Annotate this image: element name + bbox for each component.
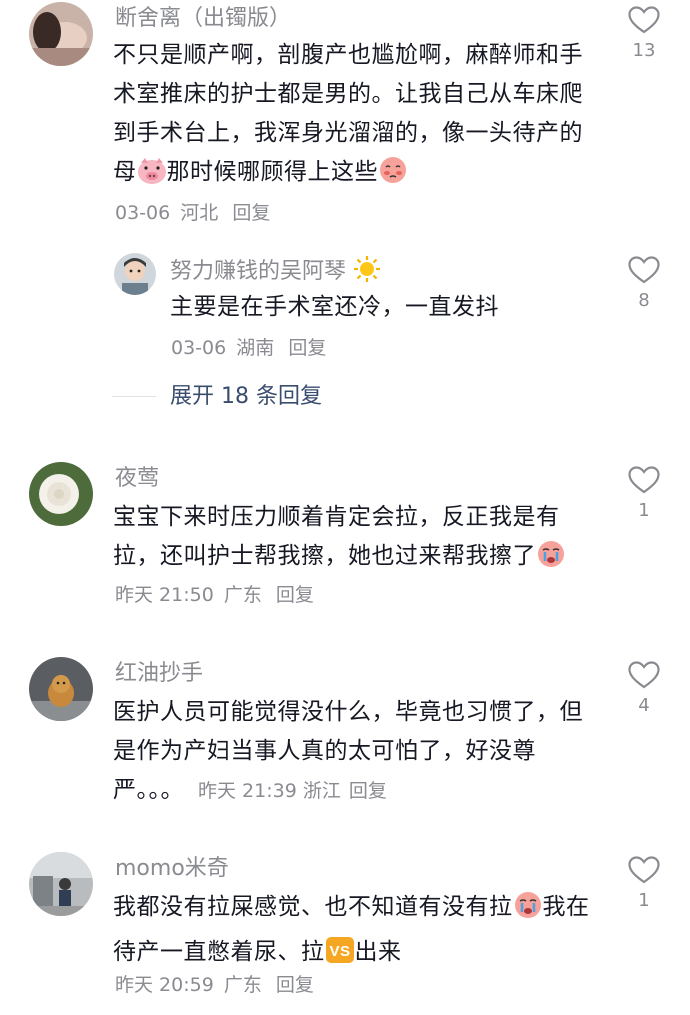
heart-outline-icon: [628, 466, 660, 494]
reply-date: 03-06: [171, 337, 227, 359]
username[interactable]: 红油抄手: [115, 659, 203, 689]
like-count: 4: [638, 695, 650, 716]
like-button[interactable]: 1: [618, 856, 670, 912]
reply-username[interactable]: 努力赚钱的吴阿琴: [170, 255, 381, 292]
comment-location: 广东: [223, 974, 262, 996]
comment-item: 红油抄手 医护人员可能觉得没什么，毕竟也习惯了，但是作为产妇当事人真的太可怕了，…: [0, 655, 690, 815]
like-count: 8: [638, 290, 650, 311]
comment-text: 宝宝下来时压力顺着肯定会拉，反正我是有拉，还叫护士帮我擦，她也过来帮我擦了: [113, 498, 591, 582]
comment-location: 浙江: [302, 780, 341, 802]
avatar[interactable]: [29, 657, 93, 721]
comment-text-main: 我都没有拉屎感觉、也不知道有没有拉: [113, 894, 513, 920]
like-count: 13: [632, 40, 656, 61]
username[interactable]: 夜莺: [115, 464, 159, 494]
divider: [112, 396, 156, 397]
reply-location: 湖南: [236, 337, 275, 359]
comment-meta: 昨天 20:59 广东 回复: [115, 972, 314, 998]
reply-username-text: 努力赚钱的吴阿琴: [170, 259, 347, 284]
comment-text-tail: 出来: [354, 939, 402, 965]
reply-meta: 03-06 湖南 回复: [171, 335, 326, 361]
sun-emoji: [353, 255, 381, 292]
comment-date: 03-06: [115, 202, 171, 224]
reply-avatar[interactable]: [114, 253, 156, 295]
like-count: 1: [638, 890, 650, 911]
comment-date: 昨天 21:39: [198, 780, 297, 802]
avatar[interactable]: [29, 2, 93, 66]
comment-meta: 03-06 河北 回复: [115, 200, 270, 226]
reply-button[interactable]: 回复: [232, 202, 270, 224]
username[interactable]: 断舍离（出镯版）: [115, 4, 291, 34]
crying-face-emoji: [513, 890, 543, 933]
heart-outline-icon: [628, 856, 660, 884]
comment-meta: 昨天 21:39 浙江 回复: [198, 780, 387, 802]
avatar[interactable]: [29, 852, 93, 916]
comment-item: momo米奇 我都没有拉屎感觉、也不知道有没有拉 我在待产一直憋着尿、拉 VS 出来 …: [0, 850, 690, 1010]
like-count: 1: [638, 500, 650, 521]
reply-text: 主要是在手术室还冷，一直发抖: [170, 294, 499, 320]
comment-date: 昨天 21:50: [115, 584, 214, 606]
like-button[interactable]: 1: [618, 466, 670, 522]
comment-location: 广东: [223, 584, 262, 606]
reply-button[interactable]: 回复: [349, 780, 387, 802]
heart-outline-icon: [628, 661, 660, 689]
comment-item: 夜莺 宝宝下来时压力顺着肯定会拉，反正我是有拉，还叫护士帮我擦，她也过来帮我擦了…: [0, 460, 690, 620]
username[interactable]: momo米奇: [115, 854, 229, 884]
reply-button[interactable]: 回复: [276, 974, 314, 996]
avatar[interactable]: [29, 462, 93, 526]
reply-reply-button[interactable]: 回复: [288, 337, 326, 359]
comment-text: 我都没有拉屎感觉、也不知道有没有拉 我在待产一直憋着尿、拉 VS 出来: [113, 888, 591, 977]
comment-text: 不只是顺产啊，剖腹产也尴尬啊，麻醉师和手术室推床的护士都是男的。让我自己从车床爬…: [113, 36, 591, 198]
pig-face-emoji: [137, 157, 167, 198]
comment-item: 断舍离（出镯版） 不只是顺产啊，剖腹产也尴尬啊，麻醉师和手术室推床的护士都是男的…: [0, 0, 690, 430]
blushing-face-emoji: [378, 155, 408, 198]
comment-text: 医护人员可能觉得没什么，毕竟也习惯了，但是作为产妇当事人真的太可怕了，好没尊严。…: [113, 693, 591, 811]
heart-outline-icon: [628, 256, 660, 284]
heart-outline-icon: [628, 6, 660, 34]
like-button[interactable]: 13: [618, 6, 670, 62]
comment-meta: 昨天 21:50 广东 回复: [115, 582, 314, 608]
comment-text-tail: 那时候哪顾得上这些: [166, 159, 378, 185]
crying-face-emoji: [536, 539, 566, 582]
comment-location: 河北: [180, 202, 219, 224]
reply-like-button[interactable]: 8: [618, 256, 670, 312]
expand-replies-label[interactable]: 展开 18 条回复: [170, 380, 322, 414]
vs-badge-label: VS: [329, 943, 350, 960]
reply-button[interactable]: 回复: [276, 584, 314, 606]
vs-badge: VS: [325, 936, 355, 977]
comment-date: 昨天 20:59: [115, 974, 214, 996]
like-button[interactable]: 4: [618, 661, 670, 717]
comment-text-main: 宝宝下来时压力顺着肯定会拉，反正我是有拉，还叫护士帮我擦，她也过来帮我擦了: [113, 504, 560, 569]
